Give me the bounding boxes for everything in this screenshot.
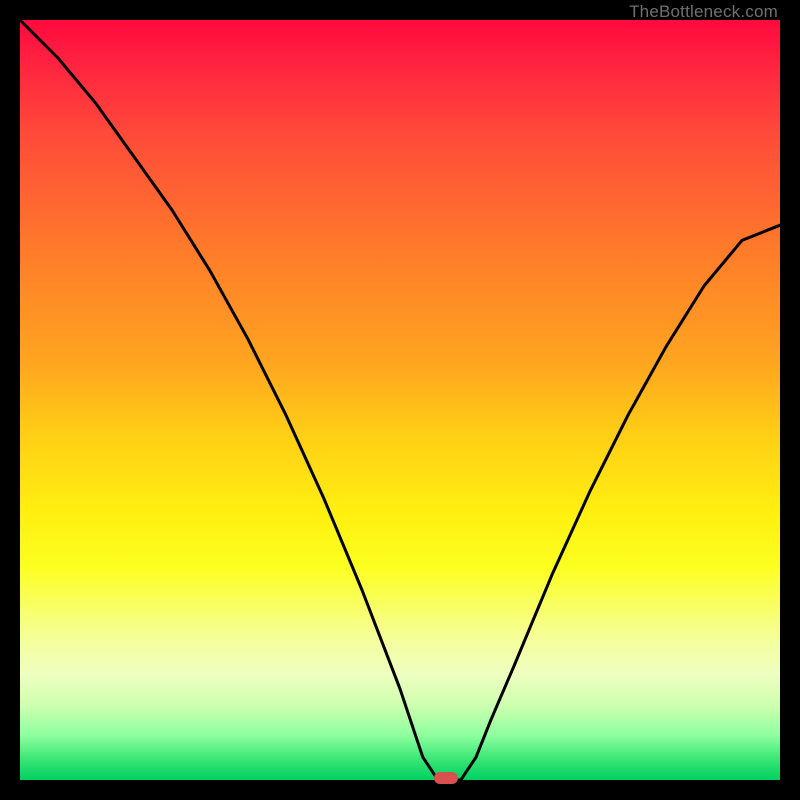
chart-container: TheBottleneck.com: [0, 0, 800, 800]
plot-area: [20, 20, 780, 780]
curve-svg: [20, 20, 780, 780]
bottleneck-marker: [434, 772, 458, 784]
watermark-text: TheBottleneck.com: [629, 2, 778, 22]
bottleneck-curve: [20, 20, 780, 780]
